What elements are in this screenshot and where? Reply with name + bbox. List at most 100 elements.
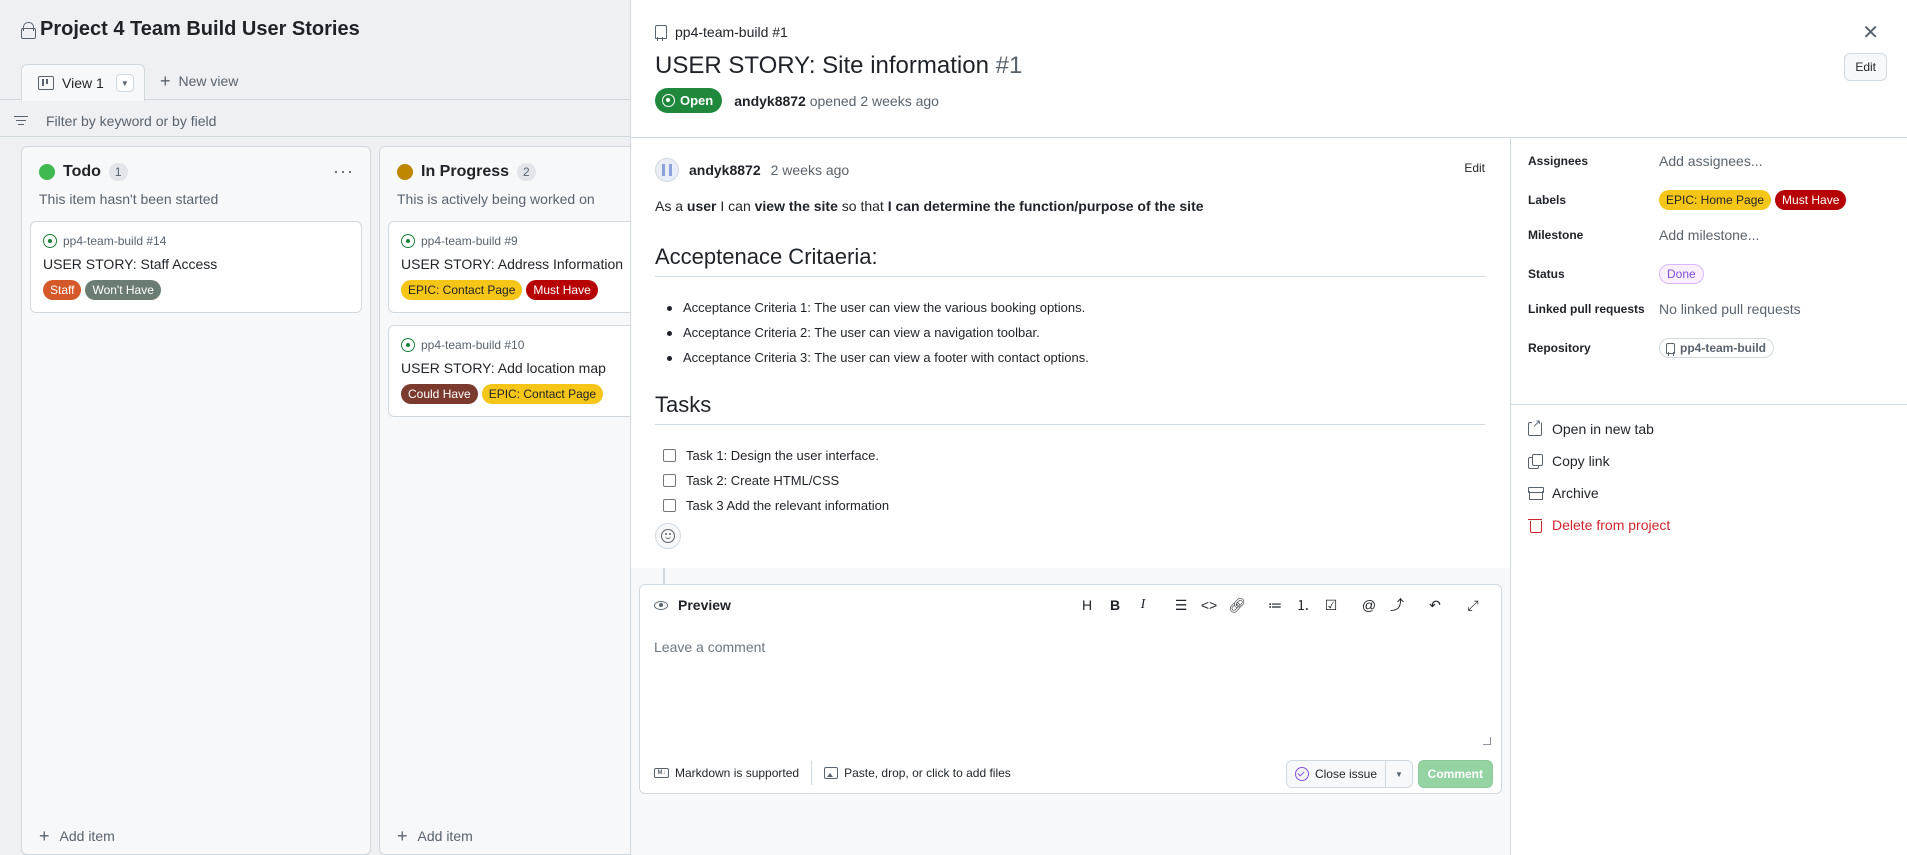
mention-button[interactable]: @	[1355, 594, 1383, 616]
task-list-button[interactable]: ☑	[1317, 594, 1345, 616]
field-label: Assignees	[1528, 154, 1589, 168]
comment-input[interactable]: Leave a comment	[654, 639, 765, 655]
italic-button[interactable]: I	[1129, 594, 1157, 616]
edit-comment-button[interactable]: Edit	[1464, 161, 1485, 175]
linked-prs-field: Linked pull requests No linked pull requ…	[1528, 301, 1898, 317]
close-panel-button[interactable]: ✕	[1862, 20, 1879, 45]
status-badge-text: Open	[680, 93, 714, 108]
comment-button[interactable]: Comment	[1417, 760, 1493, 788]
archive-icon	[1528, 486, 1544, 500]
issue-side-panel: pp4-team-build #1 ✕ USER STORY: Site inf…	[630, 0, 1907, 855]
label-badge: Could Have	[401, 384, 478, 404]
column-title: In Progress	[421, 163, 510, 180]
markdown-icon: M↓	[654, 768, 669, 778]
task-label: Task 1: Design the user interface.	[686, 448, 879, 463]
add-item-button[interactable]: + Add item	[397, 827, 473, 845]
field-label: Labels	[1528, 193, 1567, 207]
repo-pill-text: pp4-team-build	[1680, 341, 1766, 355]
bulleted-list-button[interactable]: ≔	[1261, 594, 1289, 616]
column-header: Todo 1	[39, 163, 128, 181]
numbered-list-button[interactable]: ⒈	[1289, 594, 1317, 616]
card-repo-text: pp4-team-build #9	[421, 234, 518, 248]
column-title: Todo	[63, 163, 101, 180]
label-badge: Staff	[43, 280, 82, 300]
markdown-link[interactable]: M↓ Markdown is supported	[654, 766, 799, 780]
comment-header: andyk8872 2 weeks ago	[655, 158, 849, 182]
add-item-label: Add item	[417, 828, 473, 844]
status-dot	[39, 164, 55, 180]
status-badge: Done	[1659, 264, 1704, 284]
panel-repo-link[interactable]: pp4-team-build #1	[655, 24, 788, 41]
markdown-label: Markdown is supported	[675, 766, 800, 780]
fullscreen-button[interactable]: ⤢	[1459, 594, 1487, 616]
undo-button[interactable]: ↶	[1421, 594, 1449, 616]
story-bold: user	[686, 198, 717, 214]
repository-value[interactable]: pp4-team-build	[1659, 338, 1774, 358]
preview-tab[interactable]: Preview	[654, 597, 731, 613]
milestone-field: Milestone Add milestone...	[1528, 227, 1898, 243]
assignees-value[interactable]: Add assignees...	[1659, 153, 1763, 169]
task-list: Task 1: Design the user interface. Task …	[655, 443, 1485, 518]
status-value[interactable]: Done	[1659, 264, 1704, 284]
attach-label: Paste, drop, or click to add files	[844, 766, 1011, 780]
avatar[interactable]	[655, 158, 679, 182]
task-checkbox[interactable]	[663, 474, 676, 487]
close-issue-dropdown[interactable]: ▼	[1386, 761, 1412, 787]
divider	[811, 761, 813, 785]
labels-value[interactable]: EPIC: Home Page Must Have	[1659, 190, 1847, 210]
attach-files-button[interactable]: Paste, drop, or click to add files	[824, 766, 1011, 780]
task-checkbox[interactable]	[663, 499, 676, 512]
resize-handle[interactable]	[1483, 737, 1491, 745]
link-button[interactable]: 🔗︎	[1223, 594, 1251, 616]
project-title-text: Project 4 Team Build User Stories	[40, 18, 360, 40]
view-options-dropdown[interactable]: ▼	[115, 74, 134, 92]
timeline-line	[663, 568, 665, 584]
add-reaction-button[interactable]	[655, 523, 681, 549]
reference-button[interactable]: ⤴	[1383, 594, 1411, 616]
status-dot	[397, 164, 413, 180]
delete-from-project-button[interactable]: Delete from project	[1528, 517, 1670, 533]
issue-number: #1	[995, 52, 1023, 79]
milestone-value[interactable]: Add milestone...	[1659, 227, 1759, 243]
issue-author[interactable]: andyk8872	[734, 93, 806, 109]
card-repo-text: pp4-team-build #10	[421, 338, 525, 352]
column-description: This is actively being worked on	[397, 191, 595, 207]
task-item: Task 1: Design the user interface.	[655, 443, 1485, 468]
code-button[interactable]: <>	[1195, 594, 1223, 616]
action-label: Open in new tab	[1552, 421, 1654, 437]
view-tabs: View 1 ▼ + New view	[0, 64, 640, 101]
label-badge: EPIC: Contact Page	[481, 384, 604, 404]
issue-title-text: USER STORY: Site information	[655, 52, 989, 79]
quote-button[interactable]: ☰	[1167, 594, 1195, 616]
composer-footer: M↓ Markdown is supported Paste, drop, or…	[640, 753, 1501, 793]
add-item-button[interactable]: + Add item	[39, 827, 115, 845]
task-checkbox[interactable]	[663, 449, 676, 462]
issue-title: USER STORY: Site information #1	[655, 52, 1022, 80]
edit-title-button[interactable]: Edit	[1844, 53, 1887, 81]
new-view-button[interactable]: + New view	[160, 72, 238, 90]
comment-author[interactable]: andyk8872	[689, 162, 761, 178]
repo-pill[interactable]: pp4-team-build	[1659, 338, 1774, 358]
column-menu-button[interactable]: ···	[333, 161, 354, 182]
filter-input[interactable]: Filter by keyword or by field	[46, 113, 216, 129]
project-board: Project 4 Team Build User Stories View 1…	[0, 0, 698, 855]
close-issue-button[interactable]: Close issue	[1287, 761, 1386, 787]
field-label: Linked pull requests	[1528, 302, 1645, 316]
copy-link-button[interactable]: Copy link	[1528, 453, 1610, 469]
filter-bar[interactable]: Filter by keyword or by field	[0, 105, 640, 137]
status-field: Status Done	[1528, 264, 1898, 284]
column-todo: Todo 1 ··· This item hasn't been started…	[21, 146, 371, 855]
issue-main: andyk8872 2 weeks ago Edit As a user I c…	[631, 138, 1510, 855]
issue-sidebar: Assignees Add assignees... Labels EPIC: …	[1511, 138, 1907, 855]
archive-button[interactable]: Archive	[1528, 485, 1599, 501]
heading-button[interactable]: H	[1073, 594, 1101, 616]
task-item: Task 3 Add the relevant information	[655, 493, 1485, 518]
bold-button[interactable]: B	[1101, 594, 1129, 616]
board-card[interactable]: pp4-team-build #14 USER STORY: Staff Acc…	[30, 221, 362, 313]
external-link-icon	[1528, 417, 1542, 436]
tab-view-1[interactable]: View 1 ▼	[21, 64, 145, 101]
field-label: Repository	[1528, 341, 1591, 355]
linked-prs-value[interactable]: No linked pull requests	[1659, 301, 1801, 317]
card-title[interactable]: USER STORY: Staff Access	[43, 256, 349, 272]
open-in-new-tab-button[interactable]: Open in new tab	[1528, 417, 1654, 437]
